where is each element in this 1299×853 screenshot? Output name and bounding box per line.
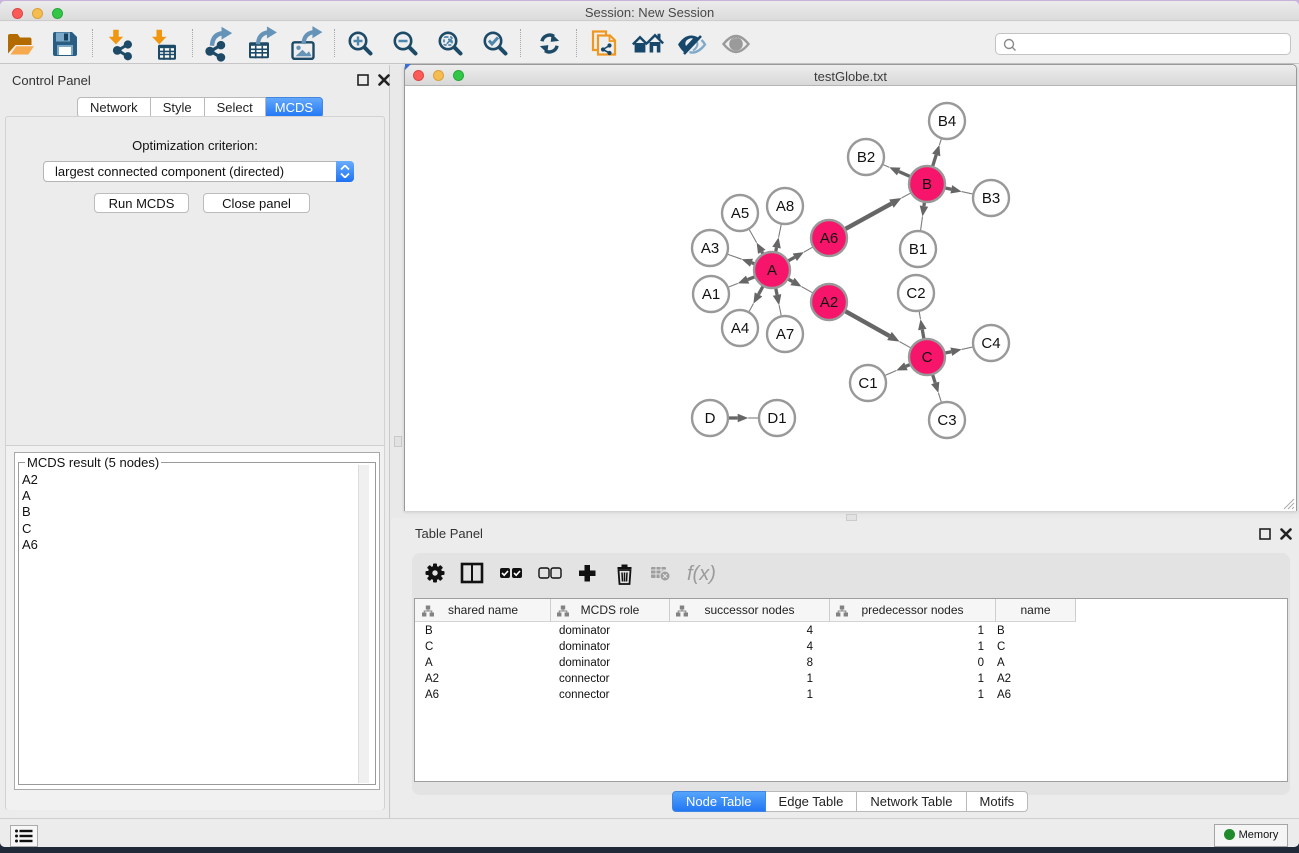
svg-text:D: D [705, 410, 716, 427]
svg-text:A4: A4 [731, 320, 749, 337]
svg-text:C: C [922, 349, 933, 366]
svg-text:A1: A1 [702, 286, 720, 303]
svg-text:C3: C3 [937, 412, 956, 429]
svg-text:D1: D1 [767, 410, 786, 427]
svg-text:B3: B3 [982, 190, 1000, 207]
svg-text:A6: A6 [820, 230, 838, 247]
svg-text:A8: A8 [776, 198, 794, 215]
svg-text:A7: A7 [776, 326, 794, 343]
svg-text:B4: B4 [938, 113, 956, 130]
svg-text:B1: B1 [909, 241, 927, 258]
svg-text:A3: A3 [701, 240, 719, 257]
svg-text:f(x): f(x) [687, 563, 716, 585]
svg-text:A2: A2 [820, 294, 838, 311]
svg-text:A5: A5 [731, 205, 749, 222]
svg-text:B2: B2 [857, 149, 875, 166]
svg-text:C2: C2 [906, 285, 925, 302]
svg-text:A: A [767, 262, 777, 279]
svg-text:B: B [922, 176, 932, 193]
svg-text:C4: C4 [981, 335, 1000, 352]
svg-text:C1: C1 [858, 375, 877, 392]
